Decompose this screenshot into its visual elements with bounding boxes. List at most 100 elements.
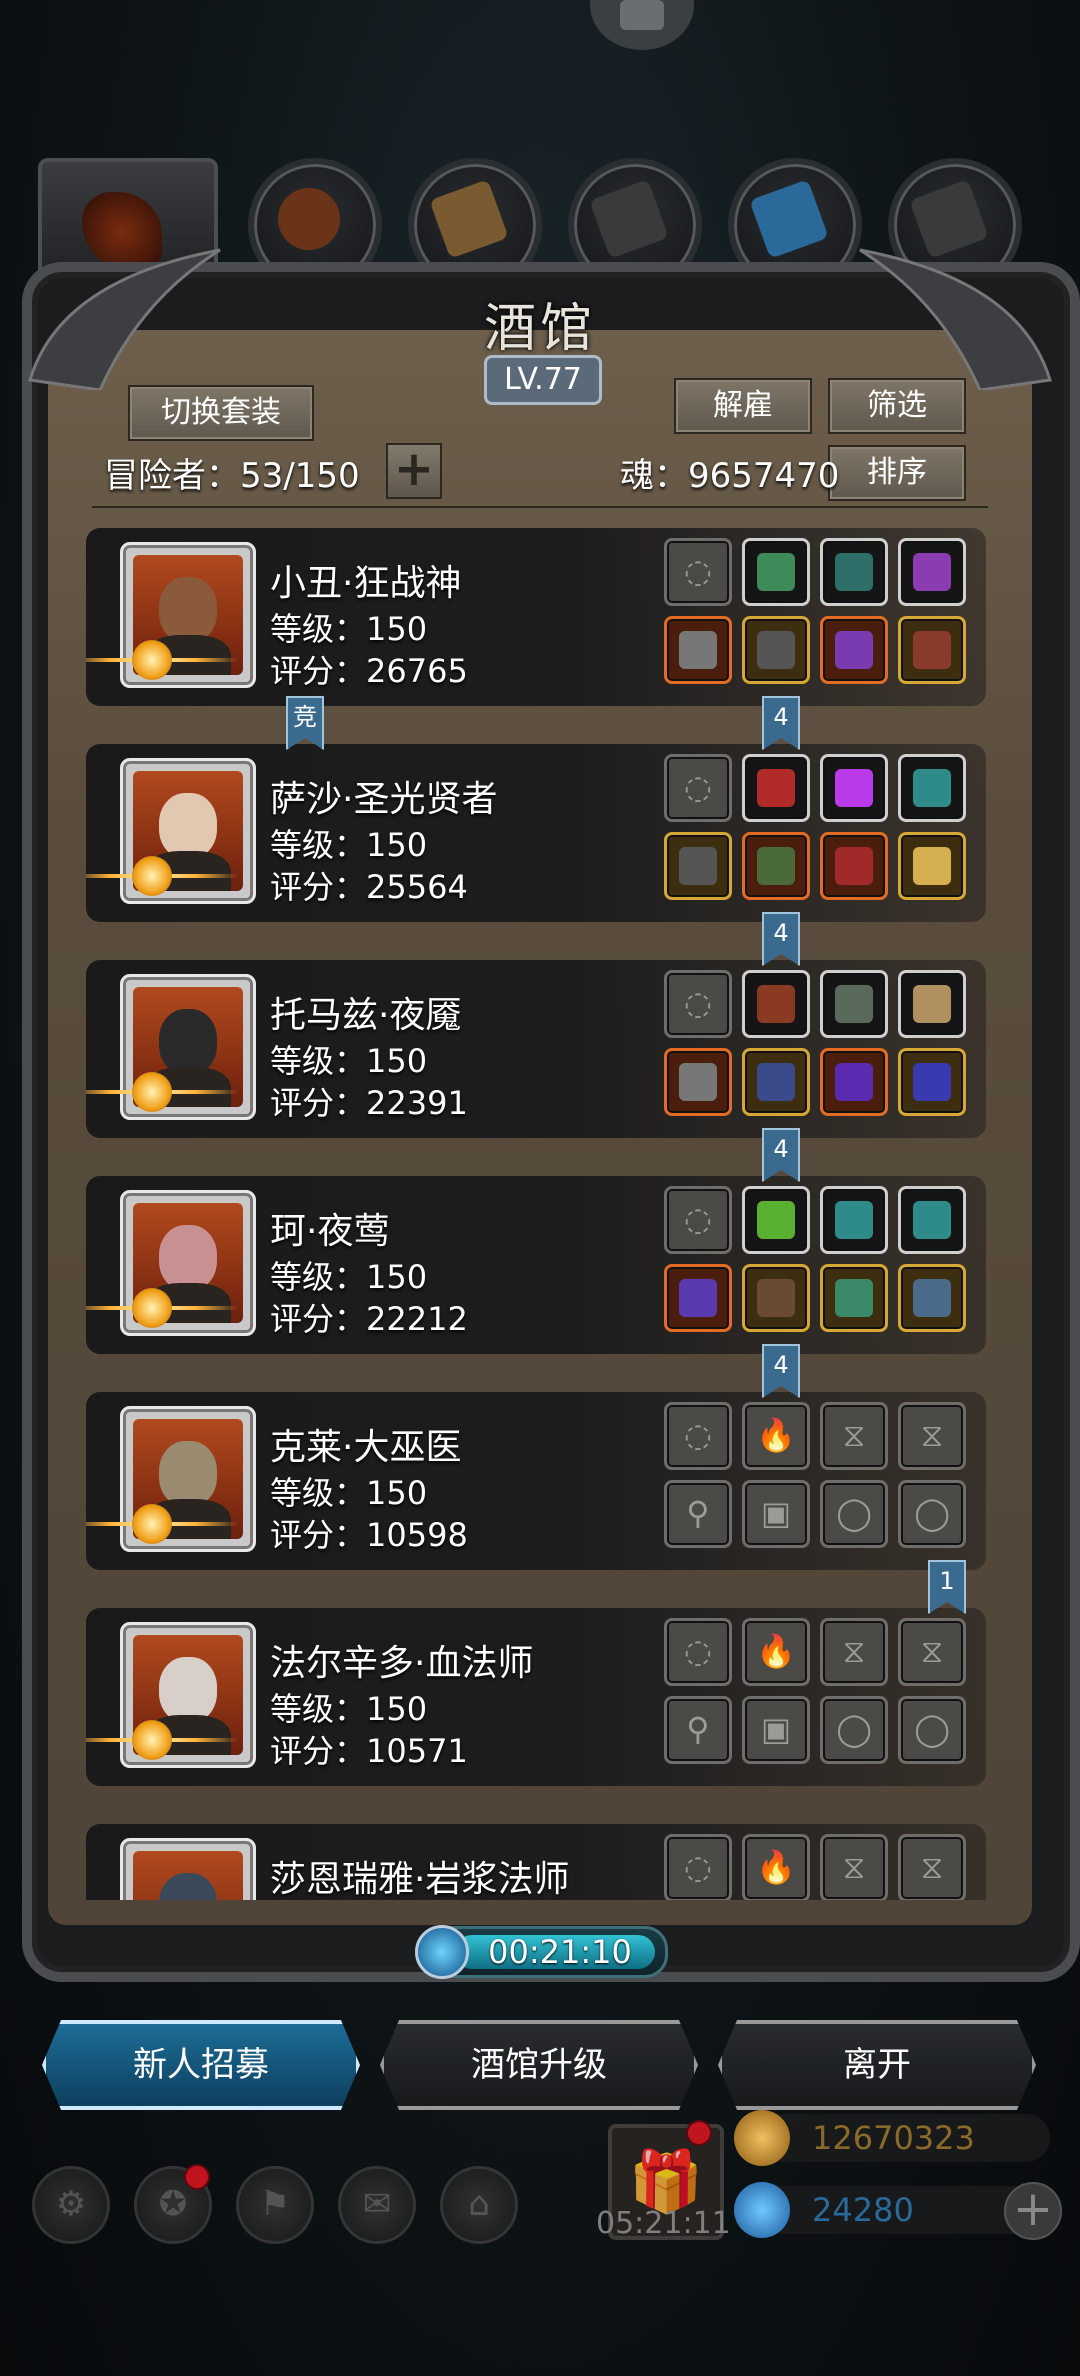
- gift-timer: 05:21:11: [596, 2206, 731, 2241]
- equipment-slot[interactable]: [742, 1186, 810, 1254]
- equipment-slot[interactable]: ⧖: [898, 1834, 966, 1900]
- equipment-slot[interactable]: ◌: [664, 970, 732, 1038]
- equipment-slot[interactable]: ◌: [664, 754, 732, 822]
- leave-button[interactable]: 离开: [718, 2020, 1036, 2110]
- equipment-slot[interactable]: [742, 832, 810, 900]
- tray-mail-button[interactable]: ✉: [338, 2166, 416, 2244]
- rank-ribbon: 4: [762, 912, 800, 966]
- gem-icon: [734, 2182, 790, 2238]
- hourglass-icon: ⧖: [842, 1416, 866, 1454]
- equipment-slot[interactable]: ◌: [664, 1834, 732, 1900]
- equipment-slot[interactable]: [898, 970, 966, 1038]
- sort-button[interactable]: 排序: [828, 445, 966, 501]
- meat-icon: [757, 985, 795, 1023]
- recruit-button[interactable]: 新人招募: [42, 2020, 360, 2110]
- lantern-icon: [913, 553, 951, 591]
- equipment-slot[interactable]: [820, 538, 888, 606]
- equipment-slot[interactable]: [664, 1264, 732, 1332]
- equipment-slot[interactable]: [898, 1186, 966, 1254]
- necklace-icon: ◌: [684, 1416, 712, 1454]
- staff-icon: ⚲: [686, 1710, 710, 1748]
- equipment-slot[interactable]: ◌: [664, 1618, 732, 1686]
- equipment-slot[interactable]: [664, 832, 732, 900]
- equipment-slot[interactable]: [742, 538, 810, 606]
- clock-icon: [415, 1925, 469, 1979]
- add-resource-button[interactable]: +: [1004, 2182, 1062, 2240]
- hourglass-icon: ⧖: [920, 1416, 944, 1454]
- equipment-slot[interactable]: ◌: [664, 1402, 732, 1470]
- armor-icon: [757, 847, 795, 885]
- hero-row[interactable]: 小丑·狂战神 等级：150 评分：26765 ◌: [86, 528, 986, 708]
- equipment-slot[interactable]: [898, 832, 966, 900]
- hero-row[interactable]: 萨沙·圣光贤者 等级：150 评分：25564 ◌: [86, 744, 986, 924]
- equipment-slot[interactable]: ▣: [742, 1696, 810, 1764]
- ring-icon: ◯: [914, 1494, 950, 1532]
- equipment-slot[interactable]: ⚲: [664, 1696, 732, 1764]
- armor-icon: [757, 631, 795, 669]
- hero-row[interactable]: 法尔辛多·血法师 等级：150 评分：10571 ◌ 🔥 ⧖ ⧖ ⚲ ▣ ◯ ◯: [86, 1608, 986, 1788]
- equipment-slot[interactable]: [742, 754, 810, 822]
- equipment-slot[interactable]: [898, 754, 966, 822]
- hero-head: [159, 577, 217, 643]
- equipment-slot[interactable]: ⧖: [820, 1402, 888, 1470]
- equipment-slot[interactable]: ◯: [820, 1696, 888, 1764]
- equipment-slot[interactable]: ◌: [664, 538, 732, 606]
- armor-icon: ▣: [760, 1710, 792, 1748]
- equipment-slot[interactable]: [820, 754, 888, 822]
- sun-emblem-icon: [132, 1072, 172, 1112]
- dismiss-button[interactable]: 解雇: [674, 378, 812, 434]
- equipment-slot[interactable]: [664, 1048, 732, 1116]
- equipment-slot[interactable]: ◯: [820, 1480, 888, 1548]
- stone-icon: [835, 553, 873, 591]
- equipment-slot[interactable]: [898, 1048, 966, 1116]
- hero-score: 评分：10598: [270, 1516, 468, 1554]
- equipment-slot[interactable]: [820, 616, 888, 684]
- equipment-slot[interactable]: ⚲: [664, 1480, 732, 1548]
- equipment-slot[interactable]: [820, 832, 888, 900]
- hero-head: [159, 1657, 217, 1723]
- equipment-slot[interactable]: [742, 1264, 810, 1332]
- equipment-slot[interactable]: [820, 970, 888, 1038]
- tray-rank-button[interactable]: ⚑: [236, 2166, 314, 2244]
- equipment-slot[interactable]: [898, 1264, 966, 1332]
- tray-shop-button[interactable]: ⌂: [440, 2166, 518, 2244]
- equipment-slot[interactable]: 🔥: [742, 1402, 810, 1470]
- equipment-slot[interactable]: [898, 616, 966, 684]
- hourglass-icon: ⧖: [920, 1632, 944, 1670]
- equipment-slot[interactable]: [664, 616, 732, 684]
- equipment-slot[interactable]: ⧖: [820, 1834, 888, 1900]
- tavern-upgrade-button[interactable]: 酒馆升级: [380, 2020, 698, 2110]
- switch-outfit-button[interactable]: 切换套装: [128, 385, 314, 441]
- equipment-slot[interactable]: ▣: [742, 1480, 810, 1548]
- hero-row[interactable]: 珂·夜莺 等级：150 评分：22212 ◌: [86, 1176, 986, 1356]
- equipment-slot[interactable]: [820, 1048, 888, 1116]
- bracer-icon: [913, 631, 951, 669]
- equipment-slot[interactable]: ⧖: [898, 1618, 966, 1686]
- hero-list[interactable]: 小丑·狂战神 等级：150 评分：26765 ◌ 萨沙·圣光贤者 等级：150 …: [86, 528, 986, 1900]
- equipment-slot[interactable]: [742, 1048, 810, 1116]
- equipment-slot[interactable]: 🔥: [742, 1618, 810, 1686]
- equipment-slot[interactable]: ◯: [898, 1480, 966, 1548]
- dragon-horn-right: [859, 248, 1052, 390]
- expand-slots-button[interactable]: +: [386, 443, 442, 499]
- hero-row[interactable]: 莎恩瑞雅·岩浆法师 ◌ 🔥 ⧖ ⧖: [86, 1824, 986, 1900]
- hero-score: 评分：22212: [270, 1300, 468, 1338]
- hero-portrait[interactable]: [120, 1838, 256, 1900]
- hero-name: 萨沙·圣光贤者: [270, 779, 498, 820]
- equipment-slot[interactable]: ⧖: [820, 1618, 888, 1686]
- hero-row[interactable]: 克莱·大巫医 等级：150 评分：10598 ◌ 🔥 ⧖ ⧖ ⚲ ▣ ◯ ◯: [86, 1392, 986, 1572]
- equipment-slot[interactable]: [898, 538, 966, 606]
- hero-name: 莎恩瑞雅·岩浆法师: [270, 1859, 570, 1900]
- equipment-slot[interactable]: [820, 1186, 888, 1254]
- equipment-slot[interactable]: ⧖: [898, 1402, 966, 1470]
- equipment-slot[interactable]: [742, 616, 810, 684]
- equipment-slot[interactable]: 🔥: [742, 1834, 810, 1900]
- equipment-slot[interactable]: ◌: [664, 1186, 732, 1254]
- filter-button[interactable]: 筛选: [828, 378, 966, 434]
- hero-row[interactable]: 托马兹·夜魇 等级：150 评分：22391 ◌: [86, 960, 986, 1140]
- equipment-slot[interactable]: ◯: [898, 1696, 966, 1764]
- equipment-slot[interactable]: [820, 1264, 888, 1332]
- flame-icon: 🔥: [756, 1848, 796, 1886]
- equipment-slot[interactable]: [742, 970, 810, 1038]
- tray-settings-button[interactable]: ⚙: [32, 2166, 110, 2244]
